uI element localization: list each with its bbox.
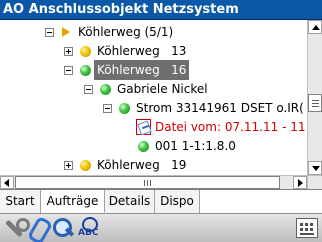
scroll-right-button[interactable] bbox=[293, 176, 307, 189]
tree-node-building-16[interactable]: Köhlerweg 16 bbox=[0, 60, 307, 80]
scroll-left-button[interactable] bbox=[0, 176, 14, 189]
tab-dispo[interactable]: Dispo bbox=[155, 190, 200, 213]
status-yellow-icon bbox=[80, 46, 91, 57]
scrollbar-corner bbox=[307, 175, 322, 189]
arrow-right-icon bbox=[298, 179, 303, 187]
collapse-toggle-icon[interactable] bbox=[64, 66, 73, 75]
arrow-up-icon bbox=[312, 25, 320, 30]
tree-node-label: Köhlerweg (5/1) bbox=[78, 25, 174, 39]
tree-node-label-selected: Köhlerweg 16 bbox=[94, 60, 190, 80]
paperclip-icon[interactable] bbox=[26, 216, 50, 240]
horizontal-scrollbar[interactable] bbox=[0, 175, 307, 189]
wrench-icon[interactable] bbox=[2, 216, 30, 240]
tree-node-label: Datei vom: 07.11.11 - 11 bbox=[155, 120, 306, 134]
tree-node-building-19[interactable]: Köhlerweg 19 bbox=[0, 155, 307, 175]
tab-start[interactable]: Start bbox=[0, 190, 41, 213]
tree-node-label: Köhlerweg 19 bbox=[97, 158, 187, 172]
scroll-down-button[interactable] bbox=[308, 161, 322, 175]
vertical-scrollbar[interactable] bbox=[307, 20, 322, 175]
tree-node-label: Strom 33141961 DSET o.IR( bbox=[136, 101, 304, 115]
bottom-toolbar: ABC bbox=[0, 213, 322, 242]
collapse-toggle-icon[interactable] bbox=[45, 28, 54, 37]
tree-view[interactable]: Köhlerweg (5/1) Köhlerweg 13 Köhlerweg 1… bbox=[0, 20, 322, 175]
tree-node-register[interactable]: 001 1-1:1.8.0 bbox=[0, 136, 307, 156]
tree-node-street[interactable]: Köhlerweg (5/1) bbox=[0, 22, 307, 42]
scroll-up-button[interactable] bbox=[308, 20, 322, 34]
folder-arrow-icon bbox=[62, 27, 70, 37]
keyboard-icon[interactable] bbox=[296, 218, 318, 238]
status-green-icon bbox=[100, 84, 111, 95]
tab-bar: Start Aufträge Details Dispo bbox=[0, 189, 322, 213]
spellcheck-icon[interactable]: ABC bbox=[77, 216, 101, 240]
tree-node-meter[interactable]: Strom 33141961 DSET o.IR( bbox=[0, 98, 307, 118]
vertical-scroll-thumb[interactable] bbox=[308, 94, 322, 112]
tree-node-label: 001 1-1:1.8.0 bbox=[155, 139, 236, 153]
tab-details[interactable]: Details bbox=[105, 190, 155, 213]
horizontal-scroll-thumb[interactable] bbox=[15, 176, 280, 189]
tree-node-label: Köhlerweg 13 bbox=[97, 44, 187, 58]
collapse-toggle-icon[interactable] bbox=[103, 104, 112, 113]
tree-node-label: Gabriele Nickel bbox=[117, 82, 208, 96]
arrow-down-icon bbox=[312, 166, 320, 171]
spellcheck-label: ABC bbox=[78, 228, 99, 238]
document-icon bbox=[136, 119, 151, 135]
tree-node-customer[interactable]: Gabriele Nickel bbox=[0, 79, 307, 99]
status-yellow-icon bbox=[80, 160, 91, 171]
expand-toggle-icon[interactable] bbox=[64, 161, 73, 170]
status-green-icon bbox=[138, 141, 149, 152]
tree-node-file[interactable]: Datei vom: 07.11.11 - 11 bbox=[0, 117, 307, 137]
arrow-left-icon bbox=[4, 179, 9, 187]
tab-auftraege[interactable]: Aufträge bbox=[41, 190, 105, 213]
window-title: AO Anschlussobjekt Netzsystem bbox=[0, 0, 322, 20]
status-green-icon bbox=[80, 65, 91, 76]
collapse-toggle-icon[interactable] bbox=[84, 85, 93, 94]
status-green-icon bbox=[119, 103, 130, 114]
expand-toggle-icon[interactable] bbox=[64, 47, 73, 56]
tree-node-building-13[interactable]: Köhlerweg 13 bbox=[0, 41, 307, 61]
magnifier-icon[interactable] bbox=[51, 216, 75, 240]
